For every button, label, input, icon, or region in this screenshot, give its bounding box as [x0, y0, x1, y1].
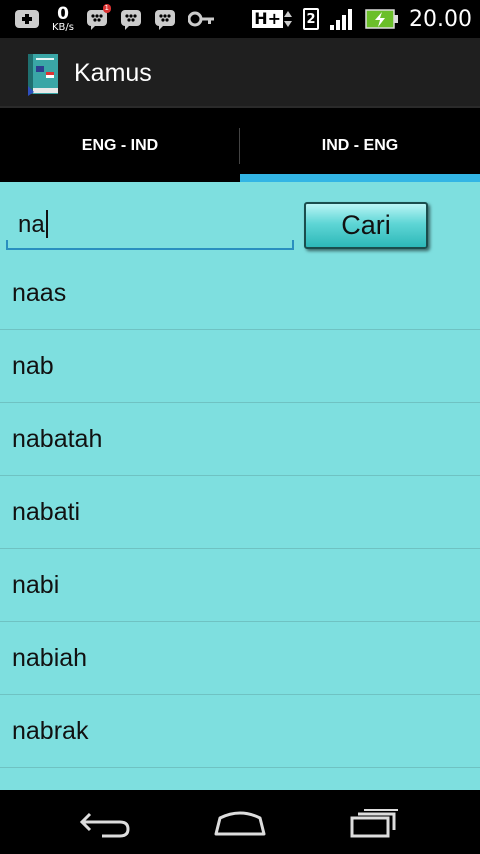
list-item-word: nabrak: [12, 716, 89, 745]
home-icon[interactable]: [210, 804, 270, 840]
bbm-notification-icon: 1: [86, 4, 111, 30]
list-item-word: nabiah: [12, 643, 88, 672]
status-clock: 20.00: [409, 6, 472, 32]
search-field[interactable]: na: [6, 202, 294, 250]
bbm-message-icon: [155, 10, 175, 30]
list-item[interactable]: nabi: [0, 549, 480, 622]
network-type: H+: [252, 9, 293, 29]
signal-icon: [330, 9, 353, 30]
tab-eng-ind-label: ENG - IND: [81, 137, 159, 154]
bbm-badge: 1: [102, 4, 111, 13]
list-item[interactable]: nab: [0, 330, 480, 403]
app-title: Kamus: [74, 59, 152, 87]
list-item[interactable]: nabiah: [0, 622, 480, 695]
list-item-word: nab: [12, 351, 54, 380]
list-item-word: nabati: [12, 497, 81, 526]
navigation-bar: [0, 790, 480, 854]
recent-apps-icon[interactable]: [344, 804, 404, 840]
data-arrows-icon: [284, 11, 293, 27]
list-item[interactable]: naas: [0, 257, 480, 330]
results-list[interactable]: naas nab nabatah nabati nabi nabiah nabr…: [0, 257, 480, 790]
list-item[interactable]: nabrak: [0, 695, 480, 768]
key-icon: [188, 11, 214, 27]
add-notification-icon: [15, 10, 39, 28]
text-cursor: [45, 210, 48, 238]
network-type-label: H+: [252, 9, 284, 28]
status-bar-right: H+ 2 20.00: [252, 0, 472, 38]
bbm-chat-icon: [121, 10, 141, 30]
list-item-word: nabatah: [12, 424, 103, 453]
tab-ind-eng-label: IND - ENG: [321, 137, 399, 154]
tab-ind-eng[interactable]: IND - ENG: [240, 110, 480, 182]
network-speed-unit: KB/s: [52, 21, 74, 33]
battery-charging-icon: [365, 9, 399, 29]
main-content: na Cari naas nab nabatah nabati nabi nab…: [0, 182, 480, 790]
back-icon[interactable]: [76, 804, 136, 840]
list-item[interactable]: nabatah: [0, 403, 480, 476]
dictionary-book-icon: [28, 54, 58, 96]
search-input[interactable]: na: [18, 210, 48, 239]
tab-bar: ENG - IND IND - ENG: [0, 110, 480, 182]
status-bar-left: 0 KB/s 1: [14, 0, 216, 38]
tab-selected-indicator: [240, 174, 480, 182]
list-item[interactable]: [0, 768, 480, 790]
sim-slot-number: 2: [306, 11, 316, 27]
sim-slot-icon: 2: [303, 8, 320, 30]
search-button-label: Cari: [341, 210, 391, 240]
status-bar: 0 KB/s 1 H+ 2 20.00: [0, 0, 480, 38]
action-bar: Kamus: [0, 38, 480, 108]
tab-eng-ind[interactable]: ENG - IND: [0, 110, 240, 182]
network-speed: 0 KB/s: [52, 3, 74, 33]
search-button[interactable]: Cari: [304, 202, 428, 249]
list-item[interactable]: nabati: [0, 476, 480, 549]
list-item-word: naas: [12, 278, 67, 307]
search-input-value: na: [18, 211, 45, 238]
network-speed-value: 0: [57, 3, 69, 24]
list-item-word: nabi: [12, 570, 60, 599]
